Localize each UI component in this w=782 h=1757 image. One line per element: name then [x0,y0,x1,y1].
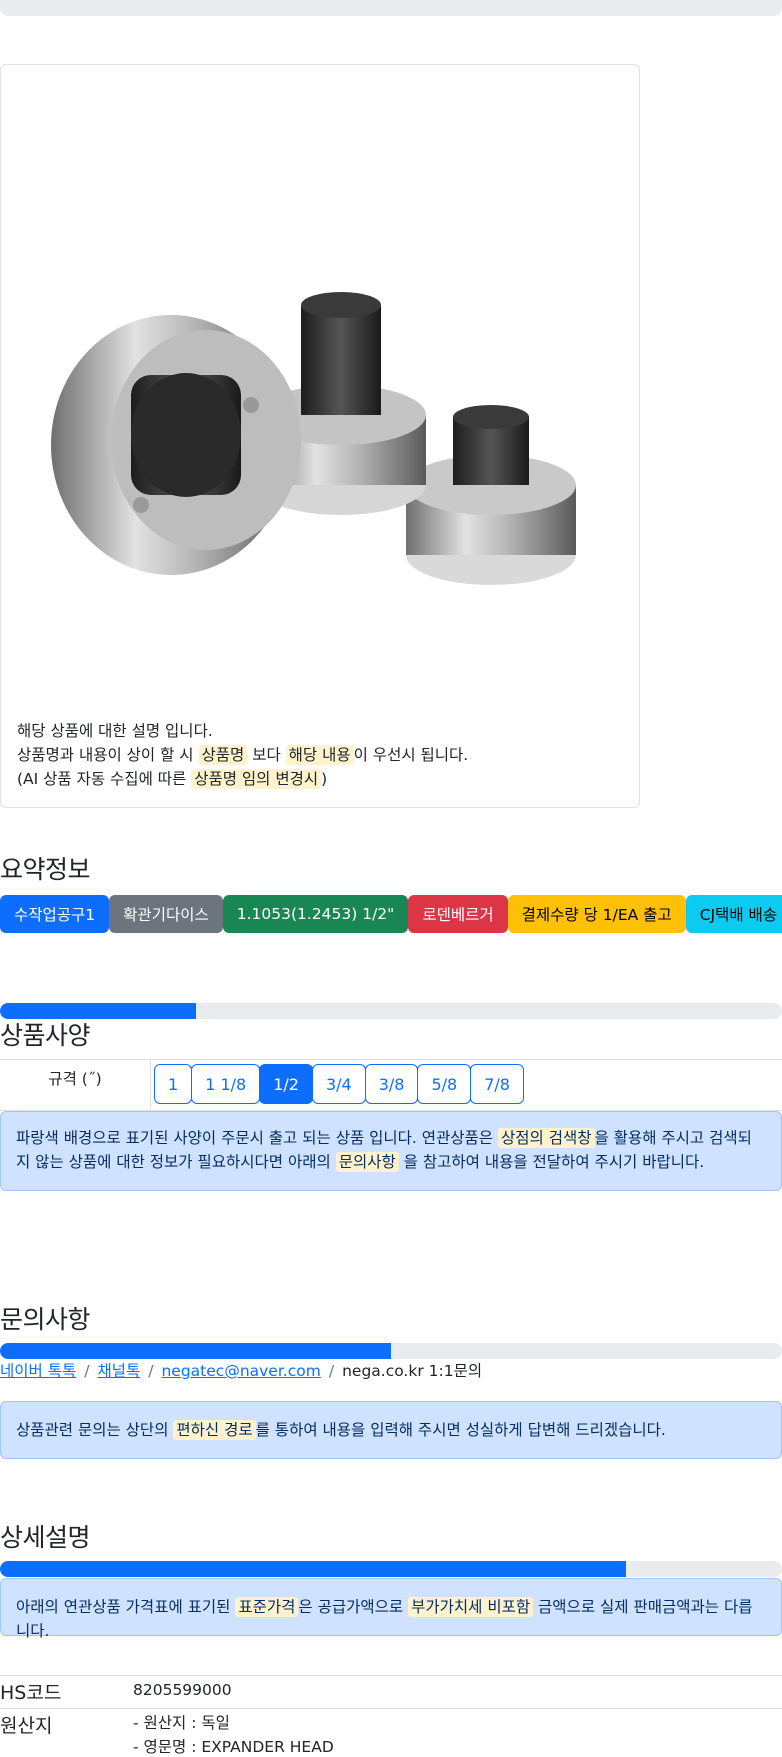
notes-text: 이 우선시 됩니다. [353,746,469,764]
highlight-inquiry: 문의사항 [335,1152,399,1172]
hs-code-label: HS코드 [0,1682,62,1704]
top-progress-bar [0,0,782,16]
spec-option-3-8[interactable]: 3/8 [364,1064,419,1104]
highlight-content: 해당 내용 [285,745,354,765]
highlight-convenient-route: 편하신 경로 [173,1420,256,1440]
site-inquiry-text: nega.co.kr 1:1문의 [342,1362,483,1380]
origin-country: - 원산지 : 독일 [133,1714,230,1732]
spec-option-1-1-8[interactable]: 1 1/8 [191,1064,261,1104]
origin-value: - 원산지 : 독일 - 영문명 : EXPANDER HEAD [133,1709,334,1757]
spec-option-3-4[interactable]: 3/4 [311,1064,366,1104]
notes-text: ) [321,770,328,788]
summary-badges: 수작업공구1 확관기다이스 1.1053(1.2453) 1/2" 로덴베르거 … [0,895,782,933]
origin-english-name: - 영문명 : EXPANDER HEAD [133,1738,334,1756]
notes-text: 보다 [247,746,286,764]
highlight-name-change: 상품명 임의 변경시 [191,769,322,789]
small-expander-head [406,405,576,585]
badge-shipping[interactable]: CJ택배 배송 [685,895,782,933]
separator: / [148,1362,154,1380]
spec-option-1[interactable]: 1 [154,1064,193,1104]
inquiry-title: 문의사항 [0,1305,91,1334]
badge-category[interactable]: 수작업공구1 [0,895,110,933]
product-photo [51,292,576,585]
notice-text: 아래의 연관상품 가격표에 표기된 [16,1598,236,1616]
summary-title: 요약정보 [0,855,91,884]
badge-type[interactable]: 확관기다이스 [109,895,223,933]
notes-line-1: 해당 상품에 대한 설명 입니다. [17,722,213,740]
origin-label: 원산지 [0,1715,53,1737]
badge-material[interactable]: 1.1053(1.2453) 1/2" [222,895,409,933]
notice-text: 를 통하여 내용을 입력해 주시면 성실하게 답변해 드리겠습니다. [255,1421,666,1439]
specs-title: 상품사양 [0,1021,91,1050]
notes-line-2: 상품명과 내용이 상이 할 시 상품명 보다 해당 내용 이 우선시 됩니다. [17,743,468,767]
detail-progress-fill [0,1561,626,1577]
detail-progress [0,1561,782,1577]
hs-code-row: HS코드 8205599000 [0,1675,782,1708]
badge-quantity[interactable]: 결제수량 당 1/EA 출고 [507,895,686,933]
hs-code-value: 8205599000 [133,1681,232,1699]
inquiry-links: 네이버 톡톡 / 채널톡 / negatec@naver.com / nega.co.kr … [0,1359,482,1381]
spec-option-5-8[interactable]: 5/8 [417,1064,472,1104]
inquiry-notice: 상품관련 문의는 상단의 편하신 경로 를 통하여 내용을 입력해 주시면 성실하… [0,1401,782,1459]
notes-line-3: (AI 상품 자동 수집에 따른 상품명 임의 변경시) [17,767,468,791]
separator: / [328,1362,335,1380]
inquiry-progress-fill [0,1343,391,1359]
highlight-vat-excluded: 부가가치세 비포함 [408,1597,534,1617]
spec-option-1-2[interactable]: 1/2 [259,1064,313,1104]
email-link[interactable]: negatec@naver.com [161,1362,320,1380]
notice-text: 파랑색 배경으로 표기된 사양이 주문시 출고 되는 상품 입니다. 연관상품은 [16,1129,498,1147]
origin-row: 원산지 - 원산지 : 독일 - 영문명 : EXPANDER HEAD [0,1708,782,1757]
inquiry-progress [0,1343,782,1359]
badge-brand[interactable]: 로덴베르거 [408,895,508,933]
detail-notice: 아래의 연관상품 가격표에 표기된 표준가격 은 공급가액으로 부가가치세 비포함… [0,1578,782,1640]
naver-talk-link[interactable]: 네이버 톡톡 [0,1362,76,1380]
notes-text: 상품명과 내용이 상이 할 시 [17,746,199,764]
spec-table: 규격 (˝) 1 1 1/8 1/2 3/4 3/8 5/8 7/8 [0,1059,782,1111]
highlight-store-search: 상점의 검색창 [498,1128,595,1148]
channel-talk-link[interactable]: 채널톡 [97,1362,140,1380]
notice-text: 상품관련 문의는 상단의 [16,1421,174,1439]
highlight-standard-price: 표준가격 [235,1597,299,1617]
spec-options: 1 1 1/8 1/2 3/4 3/8 5/8 7/8 [151,1060,524,1110]
notice-text: 을 참고하여 내용을 전달하여 주시기 바랍니다. [398,1153,705,1171]
specs-progress [0,1003,782,1019]
large-expander-head [51,315,301,575]
product-notes: 해당 상품에 대한 설명 입니다. 상품명과 내용이 상이 할 시 상품명 보다… [17,719,468,791]
specs-notice: 파랑색 배경으로 표기된 사양이 주문시 출고 되는 상품 입니다. 연관상품은… [0,1111,782,1191]
detail-title: 상세설명 [0,1523,91,1552]
product-card: 해당 상품에 대한 설명 입니다. 상품명과 내용이 상이 할 시 상품명 보다… [0,64,640,808]
separator: / [84,1362,90,1380]
notes-text: (AI 상품 자동 수집에 따른 [17,770,192,788]
spec-option-7-8[interactable]: 7/8 [470,1064,524,1104]
highlight-product-name: 상품명 [198,745,248,765]
notice-text: 은 공급가액으로 [298,1598,409,1616]
spec-label: 규격 (˝) [0,1060,151,1110]
